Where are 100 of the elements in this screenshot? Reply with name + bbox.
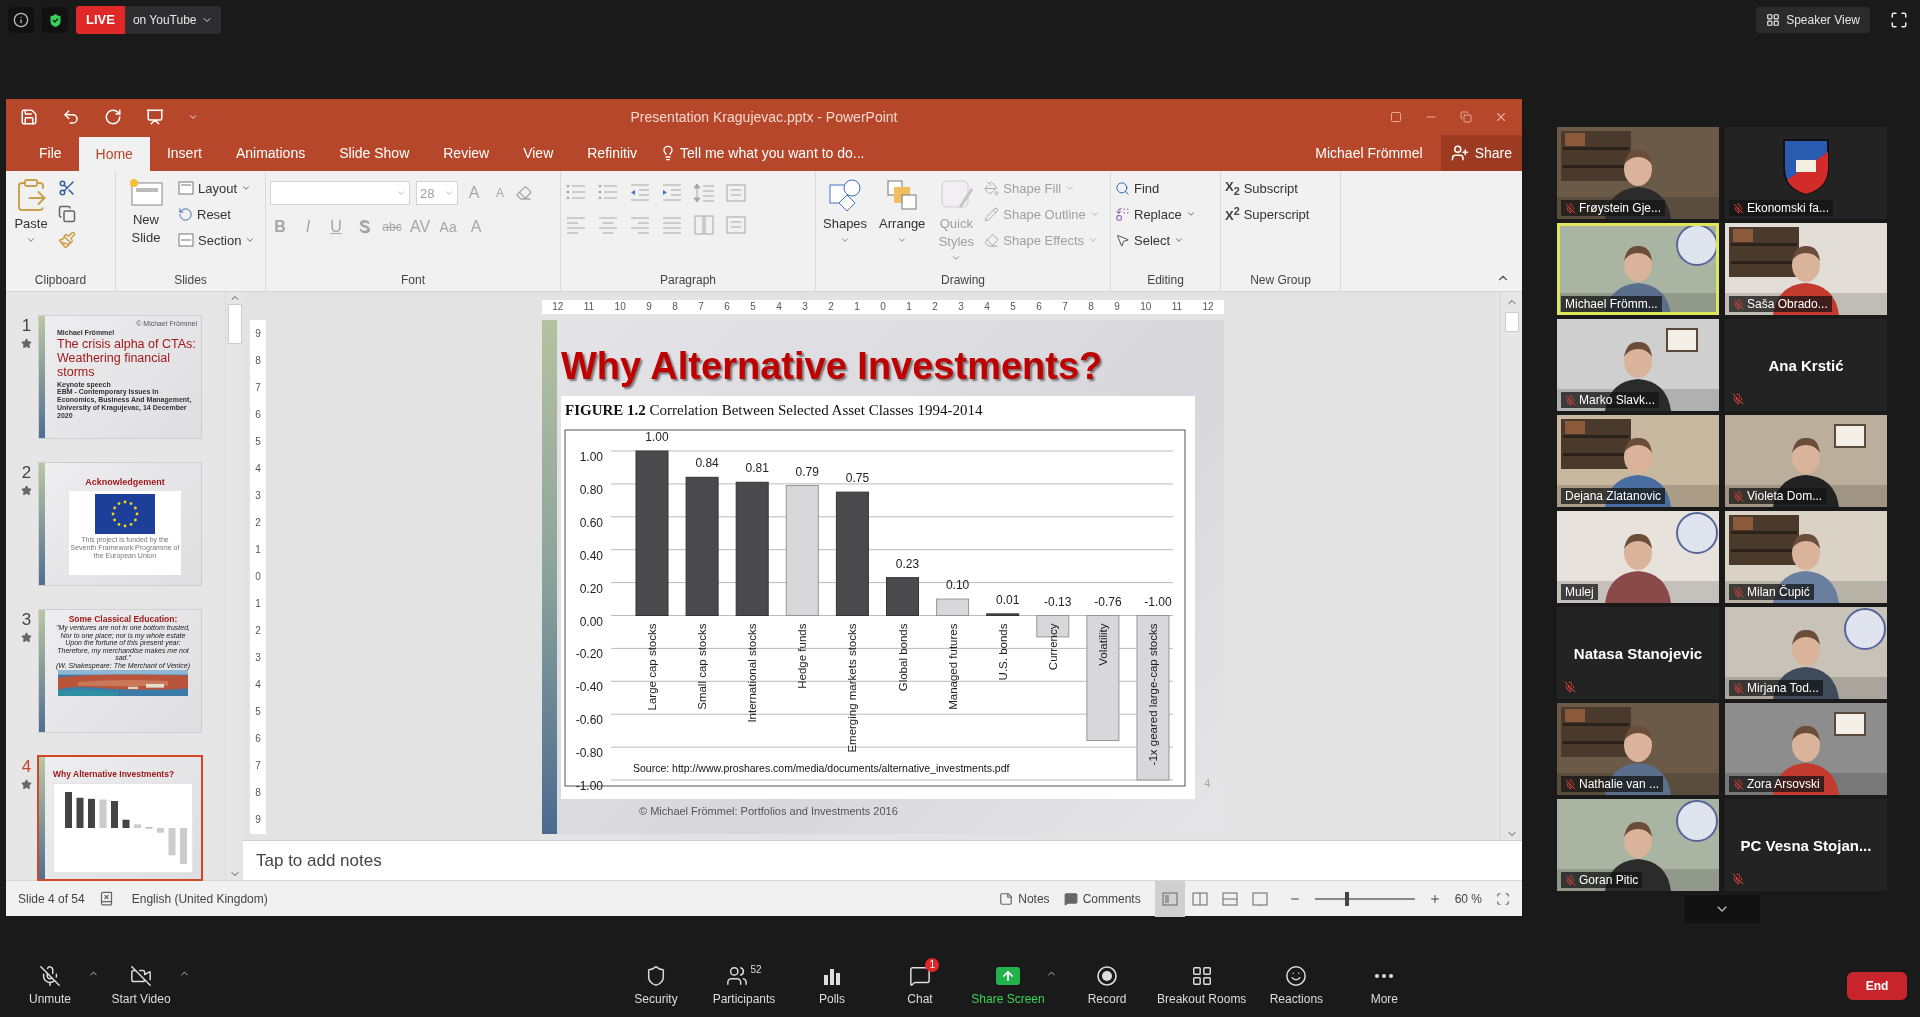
- info-button[interactable]: [8, 7, 34, 33]
- drawing-button[interactable]: Arrange: [876, 177, 929, 271]
- shield-logo: [1782, 138, 1830, 196]
- customize-caret-icon[interactable]: [188, 112, 198, 122]
- slide-thumbnail[interactable]: [39, 316, 201, 438]
- copy-icon[interactable]: [58, 205, 76, 223]
- notes-button[interactable]: Notes: [999, 891, 1050, 906]
- slideshow-icon[interactable]: [146, 108, 164, 126]
- video-tile[interactable]: Saša Obrado...: [1725, 223, 1887, 315]
- category-label: Currency: [1046, 623, 1059, 671]
- live-target-button[interactable]: on YouTube: [124, 6, 221, 34]
- slider-thumb[interactable]: [1344, 891, 1349, 906]
- video-tile[interactable]: Michael Frömm...: [1557, 223, 1719, 315]
- cut-icon[interactable]: [58, 179, 76, 197]
- script-button[interactable]: X$^{2}$ Superscript: [1225, 203, 1336, 225]
- clear-formatting-icon[interactable]: [516, 185, 532, 201]
- editing-button[interactable]: Find: [1115, 177, 1216, 199]
- video-tile[interactable]: PC Vesna Stojan...: [1725, 799, 1887, 891]
- restore-icon[interactable]: [1460, 111, 1472, 123]
- notes-field[interactable]: Tap to add notes: [243, 840, 1522, 880]
- meeting-control-button[interactable]: 1 Chat: [882, 956, 958, 1008]
- editing-button[interactable]: Replace: [1115, 203, 1216, 225]
- chat-icon: [909, 965, 931, 987]
- info-icon: [13, 12, 29, 28]
- bar: [76, 797, 84, 828]
- ribbon-tab[interactable]: View: [506, 135, 571, 171]
- fit-slide-icon[interactable]: [1496, 891, 1510, 906]
- grid-icon: [1190, 965, 1213, 987]
- undo-icon[interactable]: [62, 108, 80, 126]
- ribbon-tab[interactable]: Review: [426, 135, 507, 171]
- video-tile[interactable]: Dejana Zlatanovic: [1557, 415, 1719, 507]
- end-button[interactable]: End: [1847, 972, 1907, 1000]
- muted-icon: [1733, 586, 1744, 598]
- data-label: 0.75: [845, 471, 870, 486]
- video-tile[interactable]: Violeta Dom...: [1725, 415, 1887, 507]
- video-tile[interactable]: Nathalie van ...: [1557, 703, 1719, 795]
- zoom-in-icon[interactable]: [1428, 892, 1441, 905]
- ribbon-tab[interactable]: Insert: [149, 135, 219, 171]
- ribbon-tab[interactable]: Animations: [218, 135, 323, 171]
- fullscreen-icon[interactable]: [1890, 11, 1908, 29]
- editing-button[interactable]: Select: [1115, 229, 1216, 251]
- video-tile[interactable]: Zora Arsovski: [1725, 703, 1887, 795]
- new-slide-button[interactable]: New Slide: [120, 177, 172, 271]
- slide-thumbnail[interactable]: Why Alternative Investments?: [39, 757, 201, 879]
- speaker-view-button[interactable]: Speaker View: [1756, 7, 1870, 33]
- video-tile[interactable]: Ana Krstić: [1725, 319, 1887, 411]
- tell-me-field[interactable]: Tell me what you want to do...: [660, 135, 865, 171]
- layout-icon: [178, 181, 194, 195]
- window-title: Presentation Kragujevac.pptx - PowerPoint: [630, 109, 898, 125]
- participant-name: Frøystein Gje...: [1579, 201, 1661, 215]
- meeting-control-button[interactable]: Start Video: [103, 956, 179, 1008]
- format-painter-icon[interactable]: [58, 231, 76, 249]
- meeting-control-button[interactable]: Polls: [794, 956, 870, 1008]
- meeting-control-button[interactable]: Breakout Rooms: [1157, 956, 1247, 1008]
- video-tile[interactable]: Goran Pitic: [1557, 799, 1719, 891]
- paste-button[interactable]: Paste: [10, 177, 52, 271]
- view-icon: [1191, 891, 1208, 906]
- script-button[interactable]: X$_{2}$ Subscript: [1225, 177, 1336, 199]
- category-label: Hedge funds: [796, 623, 809, 689]
- meeting-control-button[interactable]: Share Screen: [970, 956, 1046, 1008]
- y-tick-label: 0.00: [579, 614, 603, 629]
- video-tile[interactable]: Mulej: [1557, 511, 1719, 603]
- slides-menu-button[interactable]: Section: [178, 229, 256, 251]
- ribbon-display-icon[interactable]: [1390, 111, 1402, 123]
- video-tile[interactable]: Ekonomski fa...: [1725, 127, 1887, 219]
- scrollbar[interactable]: [225, 292, 243, 880]
- slide-title: Why Alternative Investments?: [561, 344, 1104, 388]
- redo-icon[interactable]: [104, 108, 122, 126]
- drawing-button[interactable]: Shapes: [820, 177, 871, 271]
- meeting-control-button[interactable]: Record: [1069, 956, 1145, 1008]
- scroll-thumb[interactable]: [1504, 312, 1519, 332]
- video-tile[interactable]: Frøystein Gje...: [1557, 127, 1719, 219]
- spelling-icon[interactable]: [98, 891, 114, 906]
- pencil-icon: [984, 206, 1000, 222]
- close-icon[interactable]: [1494, 110, 1508, 124]
- meeting-control-button[interactable]: 52 Participants: [706, 956, 782, 1008]
- meeting-control-button[interactable]: More: [1346, 956, 1423, 1008]
- comments-button[interactable]: Comments: [1063, 891, 1141, 906]
- video-tile[interactable]: Milan Čupić: [1725, 511, 1887, 603]
- ribbon-tab[interactable]: Refinitiv: [570, 135, 655, 171]
- video-tile[interactable]: Natasa Stanojevic: [1557, 607, 1719, 699]
- share-button[interactable]: Share: [1440, 135, 1522, 171]
- meeting-control-button[interactable]: Unmute: [12, 956, 88, 1008]
- slide-thumbnail[interactable]: [39, 610, 201, 732]
- slides-menu-button[interactable]: Layout: [178, 177, 256, 199]
- ribbon-tab[interactable]: File: [22, 135, 79, 171]
- participant-name: Ekonomski fa...: [1747, 201, 1830, 215]
- ribbon-tab[interactable]: Slide Show: [322, 135, 427, 171]
- unread-badge: 1: [925, 958, 939, 972]
- video-tile[interactable]: Mirjana Tod...: [1725, 607, 1887, 699]
- people-icon: [726, 965, 749, 987]
- save-icon[interactable]: [20, 108, 38, 126]
- ribbon-tab[interactable]: Home: [78, 137, 150, 171]
- scrollbar[interactable]: [1500, 292, 1522, 840]
- participant-name: Marko Slavk...: [1579, 393, 1656, 407]
- slides-menu-button[interactable]: Reset: [178, 203, 256, 225]
- video-tile[interactable]: Marko Slavk...: [1557, 319, 1719, 411]
- scroll-thumb[interactable]: [227, 304, 242, 344]
- meeting-control-button[interactable]: Security: [618, 956, 694, 1008]
- meeting-control-button[interactable]: Reactions: [1258, 956, 1335, 1008]
